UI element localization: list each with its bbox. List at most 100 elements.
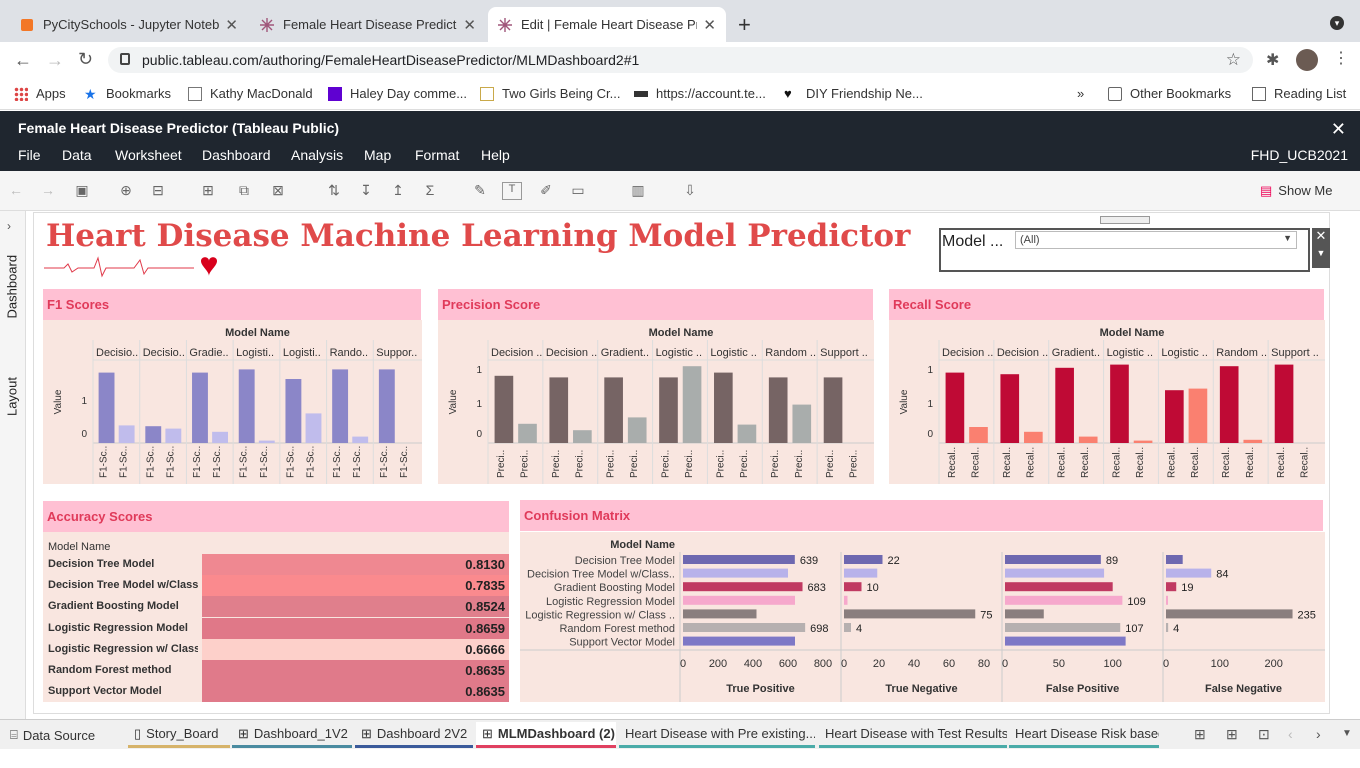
bookmark-apps[interactable]: Apps: [14, 86, 66, 101]
undo-icon[interactable]: ←: [6, 182, 26, 200]
menu-map[interactable]: Map: [364, 147, 391, 163]
bar: [192, 372, 208, 443]
bookmark-haley[interactable]: Haley Day comme...: [328, 86, 467, 101]
sheet-tab-story-board[interactable]: ▯ Story_Board: [128, 722, 230, 748]
extensions-icon[interactable]: ✱: [1266, 50, 1279, 70]
star-icon[interactable]: ☆: [1226, 50, 1241, 70]
pause-updates-icon[interactable]: ⊟: [148, 182, 168, 200]
browser-tab-predictor[interactable]: Female Heart Disease Predicto ✕: [250, 7, 486, 42]
table-row: Logistic Regression Model 0.8659: [43, 617, 509, 639]
duplicate-icon[interactable]: ⧉: [234, 182, 254, 200]
model-label: Random Forest method: [559, 623, 675, 635]
bookmark-bookmarks[interactable]: ★ Bookmarks: [84, 86, 171, 101]
bar: [1133, 440, 1153, 443]
highlight-icon[interactable]: ✎: [470, 182, 490, 200]
dashboard-icon: ⊞: [238, 725, 249, 741]
bar: [823, 377, 843, 443]
menu-icon[interactable]: ⋮: [1333, 48, 1349, 68]
bookmark-other[interactable]: Other Bookmarks: [1108, 86, 1231, 101]
new-dashboard-icon[interactable]: ⊞: [1226, 726, 1238, 743]
save-icon[interactable]: ▣: [72, 182, 92, 200]
fit-icon[interactable]: ▭: [568, 182, 588, 200]
url-input[interactable]: public.tableau.com/authoring/FemaleHeart…: [108, 47, 1253, 73]
close-tab-icon[interactable]: ✕: [225, 16, 238, 34]
drag-handle[interactable]: [1100, 216, 1150, 224]
sheet-tab-risk[interactable]: Heart Disease Risk based on H: [1009, 722, 1159, 748]
sort-desc-icon[interactable]: ↥: [388, 182, 408, 200]
bookmarks-overflow-icon[interactable]: »: [1077, 86, 1084, 101]
tick-label: 1: [927, 365, 933, 376]
bar-label: Recal..: [1111, 447, 1122, 478]
back-icon[interactable]: ←: [14, 50, 32, 71]
chevron-down-icon[interactable]: ▼: [1342, 728, 1352, 739]
close-icon[interactable]: ✕: [1331, 119, 1346, 140]
chevron-down-icon[interactable]: ▼: [1312, 248, 1330, 258]
tab-layout[interactable]: Layout: [5, 371, 20, 423]
totals-icon[interactable]: Σ: [420, 182, 440, 200]
new-datasource-icon[interactable]: ⊕: [116, 182, 136, 200]
sheet-tab-data-source[interactable]: ⌸ Data Source: [4, 722, 124, 748]
avatar[interactable]: [1296, 49, 1318, 71]
sheet-tab-dashboard2[interactable]: ⊞ Dashboard 2V2: [355, 722, 473, 748]
tab-search-icon[interactable]: ▾: [1330, 16, 1344, 30]
bar: [165, 428, 182, 443]
apps-grid-icon: [14, 86, 28, 101]
scroll-right-icon[interactable]: ›: [1316, 726, 1321, 742]
menu-data[interactable]: Data: [62, 147, 92, 163]
tick-label: 0: [476, 429, 482, 440]
new-worksheet-icon[interactable]: ⊞: [198, 182, 218, 200]
bookmark-two-girls[interactable]: Two Girls Being Cr...: [480, 86, 620, 101]
bar-label: Recal..: [947, 447, 958, 478]
bar-label: F1-Sc..: [145, 446, 156, 478]
browser-tab-jupyter[interactable]: PyCitySchools - Jupyter Noteb ✕: [10, 7, 248, 42]
bookmark-account[interactable]: https://account.te...: [634, 86, 766, 101]
close-tab-icon[interactable]: ✕: [703, 16, 716, 34]
annotate-icon[interactable]: ✐: [536, 182, 556, 200]
sheet-tab-mlm-dashboard[interactable]: ⊞ MLMDashboard (2): [476, 722, 616, 748]
bar: [844, 568, 878, 578]
bookmark-diy[interactable]: ♥ DIY Friendship Ne...: [784, 86, 923, 101]
sheet-tab-dashboard1[interactable]: ⊞ Dashboard_1V2: [232, 722, 352, 748]
menu-analysis[interactable]: Analysis: [291, 147, 343, 163]
scroll-left-icon[interactable]: ‹: [1288, 726, 1293, 742]
forward-icon[interactable]: →: [46, 50, 64, 71]
value-cell: 0.8659: [202, 617, 509, 639]
new-story-icon[interactable]: ⊡: [1258, 726, 1270, 743]
axis-title: Value: [53, 389, 64, 414]
menu-help[interactable]: Help: [481, 147, 510, 163]
bar: [518, 423, 537, 443]
model-label: Gradient Boosting Model: [554, 582, 675, 594]
sheet-tab-pre-existing[interactable]: Heart Disease with Pre existing...: [619, 722, 815, 748]
expand-icon[interactable]: ›: [7, 219, 11, 233]
menu-dashboard[interactable]: Dashboard: [202, 147, 271, 163]
column-label: Decision ..: [942, 347, 993, 359]
reload-icon[interactable]: ↻: [78, 49, 93, 70]
redo-icon[interactable]: →: [38, 182, 58, 200]
tab-dashboard[interactable]: Dashboard: [5, 255, 20, 319]
bar: [549, 377, 569, 443]
menu-worksheet[interactable]: Worksheet: [115, 147, 182, 163]
clear-icon[interactable]: ⊠: [268, 182, 288, 200]
new-worksheet-icon[interactable]: ⊞: [1194, 726, 1206, 743]
close-tab-icon[interactable]: ✕: [463, 16, 476, 34]
swap-icon[interactable]: ⇅: [324, 182, 344, 200]
bar-label: F1-Sc..: [119, 446, 130, 478]
bookmark-kathy[interactable]: Kathy MacDonald: [188, 86, 313, 101]
sheet-tab-test-results[interactable]: Heart Disease with Test Results: [819, 722, 1007, 748]
close-icon[interactable]: ✕: [1312, 228, 1330, 244]
browser-tab-edit[interactable]: Edit | Female Heart Disease Pre ✕: [488, 7, 726, 42]
show-me-button[interactable]: ▤ Show Me: [1260, 183, 1333, 199]
text-icon[interactable]: T: [502, 182, 522, 200]
sort-asc-icon[interactable]: ↧: [356, 182, 376, 200]
reading-list[interactable]: Reading List: [1252, 86, 1346, 101]
menu-format[interactable]: Format: [415, 147, 459, 163]
chart-type-icon[interactable]: ▥: [628, 182, 648, 200]
bar-label: Recal..: [1245, 447, 1256, 478]
bar: [627, 417, 647, 443]
present-icon[interactable]: ⇩: [680, 182, 700, 200]
new-tab-button[interactable]: +: [738, 12, 751, 38]
f1-chart: Model Name Value 1 0 Decisio.. F1-Sc.. F1-Sc..…: [43, 320, 422, 484]
model-filter-select[interactable]: (All) ▼: [1015, 231, 1297, 249]
menu-file[interactable]: File: [18, 147, 41, 163]
bar-label: F1-Sc..: [379, 446, 390, 478]
